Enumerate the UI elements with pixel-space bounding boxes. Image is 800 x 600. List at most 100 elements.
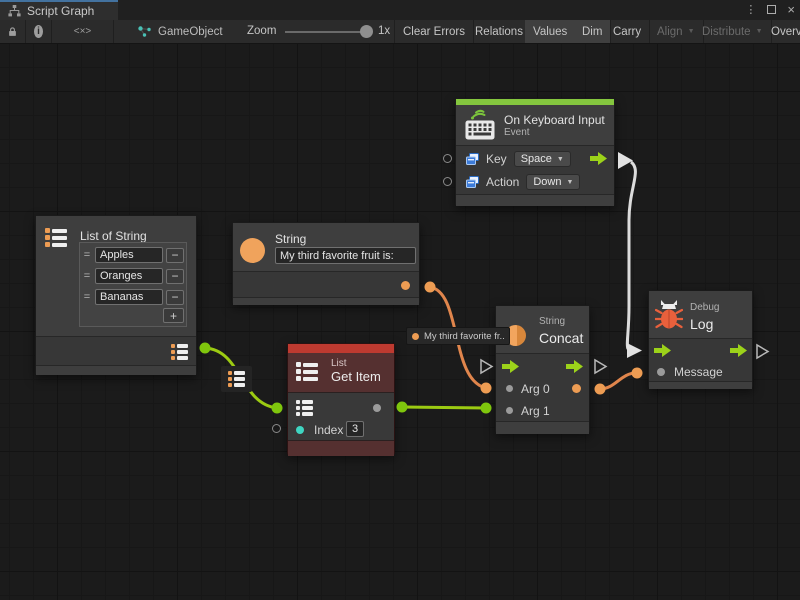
edit-source-button[interactable]: <×>: [52, 20, 114, 43]
graph-canvas[interactable]: On Keyboard Input Event Key Space▼: [0, 44, 800, 600]
keyboard-event-icon: [464, 108, 496, 142]
remove-item-button[interactable]: −: [166, 248, 184, 263]
gameobject-label[interactable]: GameObject: [158, 26, 223, 38]
add-item-row: +: [82, 308, 184, 324]
wire-concat-to-log[interactable]: [600, 373, 636, 389]
list-item-input[interactable]: Apples: [95, 247, 163, 263]
zoom-slider-track[interactable]: [285, 31, 369, 33]
chevron-down-icon: ▼: [557, 156, 564, 163]
chevron-down-icon: ▼: [566, 179, 573, 186]
action-input-port-ring[interactable]: [443, 177, 452, 186]
relations-button[interactable]: Relations: [467, 20, 532, 43]
list-input-port[interactable]: [296, 400, 313, 416]
remove-item-button[interactable]: −: [166, 269, 184, 284]
error-accent-bar: [288, 344, 394, 353]
node-footer: [36, 365, 196, 375]
node-list-of-string[interactable]: List of String = Apples − = Oranges − =: [35, 215, 197, 375]
message-input-port[interactable]: [657, 368, 665, 376]
node-title: String: [275, 232, 306, 246]
drag-handle-icon[interactable]: =: [82, 291, 92, 303]
list-item-input[interactable]: Bananas: [95, 289, 163, 305]
trigger-output-port[interactable]: [590, 152, 607, 165]
carry-toggle[interactable]: Carry: [605, 20, 650, 43]
drag-handle-icon[interactable]: =: [82, 270, 92, 282]
wire-endpoint-dot: [200, 343, 211, 354]
tab-title: Script Graph: [27, 4, 94, 18]
list-item-input[interactable]: Oranges: [95, 268, 163, 284]
node-footer: [649, 381, 752, 389]
index-port-ring[interactable]: [272, 424, 281, 433]
result-output-port[interactable]: [572, 384, 581, 393]
node-footer: [456, 194, 614, 206]
graph-owner: GameObject: [137, 20, 223, 43]
message-label: Message: [674, 365, 723, 379]
close-icon[interactable]: ×: [787, 3, 795, 16]
key-label: Key: [486, 152, 507, 166]
values-toggle[interactable]: Values: [525, 20, 576, 43]
list-icon: [45, 228, 67, 247]
inspect-button[interactable]: i: [26, 20, 52, 43]
node-on-keyboard-input[interactable]: On Keyboard Input Event Key Space▼: [455, 98, 615, 206]
string-output-port[interactable]: [401, 281, 410, 290]
window-controls: ⋮ ×: [745, 0, 795, 19]
list-output-port[interactable]: [171, 344, 188, 360]
node-body: Arg 0 Arg 1: [496, 353, 589, 421]
window-menu-icon[interactable]: ⋮: [745, 3, 756, 16]
node-body: Key Space▼ Action Down▼: [456, 145, 614, 194]
node-string-concat[interactable]: String Concat Arg 0 Arg 1: [495, 305, 590, 433]
node-body: [233, 271, 419, 297]
remove-item-button[interactable]: −: [166, 290, 184, 305]
string-value-icon: [412, 333, 419, 340]
wire-value-tooltip: My third favorite fr...: [406, 327, 510, 345]
arg0-label: Arg 0: [521, 382, 550, 396]
wire-endpoint-dot: [272, 403, 283, 414]
node-string-literal[interactable]: String My third favorite fruit is:: [232, 222, 420, 304]
maximize-icon[interactable]: [767, 5, 776, 14]
list-icon: [296, 362, 318, 381]
overview-button[interactable]: Overv: [763, 20, 800, 43]
item-output-port[interactable]: [373, 404, 381, 412]
node-debug-log[interactable]: Debug Log Message: [648, 290, 753, 388]
distribute-dropdown[interactable]: Distribute▼: [694, 20, 772, 43]
flow-output-port[interactable]: [730, 344, 747, 357]
arg0-input-port[interactable]: [506, 385, 513, 392]
enum-value-icon: [466, 176, 479, 188]
wire-endpoint-dot: [425, 282, 436, 293]
zoom-value: 1x: [378, 25, 390, 37]
key-dropdown[interactable]: Space▼: [514, 151, 571, 167]
drag-handle-icon[interactable]: =: [82, 249, 92, 261]
tab-script-graph[interactable]: Script Graph: [0, 0, 118, 20]
node-header: On Keyboard Input Event: [456, 105, 614, 145]
index-value-input[interactable]: 3: [346, 421, 364, 437]
node-footer: [496, 421, 589, 434]
node-title: Log: [690, 316, 713, 332]
node-category: String: [539, 316, 565, 327]
zoom-slider-handle[interactable]: [360, 25, 373, 38]
clear-errors-button[interactable]: Clear Errors: [394, 20, 474, 43]
arg1-input-port[interactable]: [506, 407, 513, 414]
arg1-label: Arg 1: [521, 404, 550, 418]
control-wire-keyboard-to-log[interactable]: [627, 162, 635, 349]
string-value-input[interactable]: My third favorite fruit is:: [275, 247, 416, 264]
node-footer-error: [288, 440, 394, 456]
lock-button[interactable]: [0, 20, 26, 43]
index-input-port[interactable]: [296, 426, 304, 434]
flow-hint-triangle: [757, 345, 768, 358]
add-item-button[interactable]: +: [163, 308, 184, 323]
lock-icon: [8, 25, 17, 38]
wire-getitem-to-concat[interactable]: [402, 407, 486, 408]
node-body: [36, 336, 196, 365]
node-body: Index 3: [288, 392, 394, 440]
chevron-down-icon: ▼: [756, 28, 763, 35]
key-input-port-ring[interactable]: [443, 154, 452, 163]
action-dropdown[interactable]: Down▼: [526, 174, 580, 190]
list-inline-editor: = Apples − = Oranges − = Bananas −: [79, 242, 187, 327]
code-icon: <×>: [74, 26, 92, 37]
script-machine-icon: [137, 25, 152, 38]
flow-input-port[interactable]: [654, 344, 671, 357]
node-body: Message: [649, 338, 752, 381]
unity-script-graph-window: Script Graph ⋮ × i <×> GameObject: [0, 0, 800, 600]
flow-output-port[interactable]: [566, 360, 583, 373]
node-get-item-error[interactable]: List Get Item Index 3: [287, 343, 395, 455]
flow-input-port[interactable]: [502, 360, 519, 373]
